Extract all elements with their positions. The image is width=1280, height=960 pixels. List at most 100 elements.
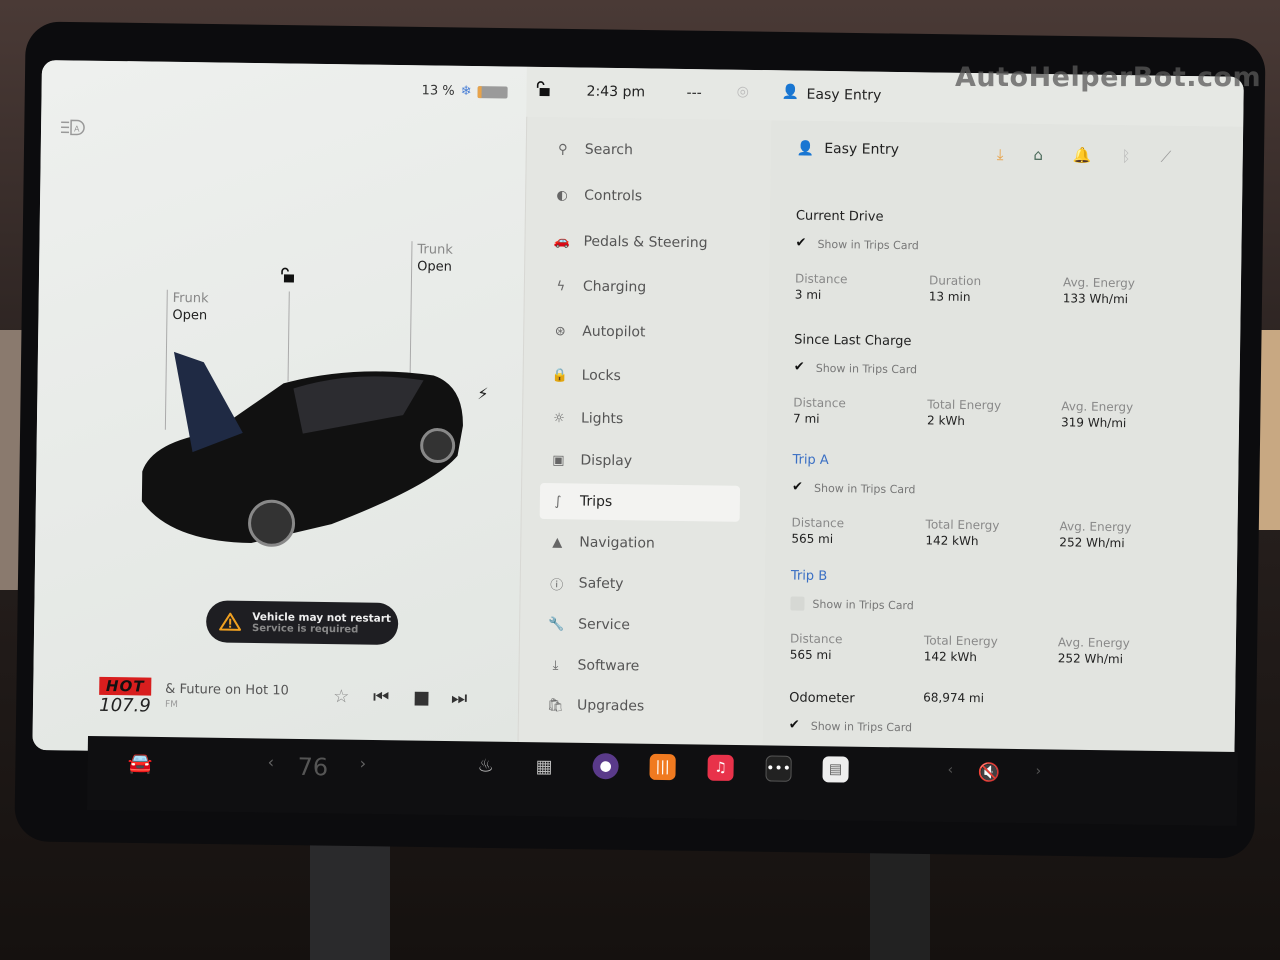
unlocked-icon[interactable] xyxy=(279,267,295,283)
download-icon[interactable]: ⤓ xyxy=(997,145,1004,163)
menu-item-locks[interactable]: 🔒 Locks xyxy=(541,357,741,396)
menu-item-display[interactable]: ▣ Display xyxy=(540,442,740,481)
alert-circle-icon: ⓘ xyxy=(550,577,564,593)
menu-item-label: Upgrades xyxy=(576,697,645,715)
odometer-show-checkbox[interactable]: ✔ Show in Trips Card xyxy=(788,717,913,734)
trip-a-title: Trip A xyxy=(792,452,829,469)
outside-temperature: --- xyxy=(686,85,702,102)
trip-b-show-checkbox[interactable]: Show in Trips Card xyxy=(790,596,914,613)
current-drive-show-checkbox[interactable]: ✔ Show in Trips Card xyxy=(795,236,919,253)
car-status-pane: A 13 % ❄ Frunk Open Trunk Open ⚡ Vehicle… xyxy=(32,60,527,757)
trip-b-title: Trip B xyxy=(790,568,828,585)
stat-total-energy: Total Energy 142 kWh xyxy=(925,516,999,549)
alert-subtitle: Service is required xyxy=(252,622,359,635)
checkbox-label: Show in Trips Card xyxy=(815,361,918,376)
since-last-charge-show-checkbox[interactable]: ✔ Show in Trips Card xyxy=(793,359,918,377)
trips-panel: 👤 Easy Entry ⤓ ⌂ 🔔 ᛒ ⟋ Current Drive ✔ Sho… xyxy=(762,120,1244,767)
menu-item-upgrades[interactable]: 🛍 Upgrades xyxy=(537,687,737,726)
alert-text: Vehicle may not restart Service is requi… xyxy=(252,610,391,635)
stat-avg-energy: Avg. Energy 252 Wh/mi xyxy=(1058,634,1130,667)
checkbox-label: Show in Trips Card xyxy=(812,597,914,612)
stat-value: 133 Wh/mi xyxy=(1062,291,1129,307)
checkmark-icon: ✔ xyxy=(793,359,805,375)
menu-item-service[interactable]: 🔧 Service xyxy=(538,606,738,645)
lock-status-icon[interactable] xyxy=(534,81,550,101)
trunk-status[interactable]: Trunk Open xyxy=(417,241,453,275)
bag-icon: 🛍 xyxy=(546,697,564,713)
wrench-icon: 🔧 xyxy=(548,616,565,632)
profile-selector[interactable]: 👤 Easy Entry xyxy=(797,141,899,158)
menu-item-safety[interactable]: ⓘ Safety xyxy=(538,565,738,604)
odometer-label: Odometer xyxy=(789,690,855,707)
frunk-status[interactable]: Frunk Open xyxy=(172,290,208,324)
menu-item-lights[interactable]: ☼ Lights xyxy=(541,400,741,439)
profile-icon: 👤 xyxy=(796,140,815,157)
menu-item-label: Lights xyxy=(580,410,624,428)
checkmark-icon: ✔ xyxy=(792,479,804,495)
menu-item-software[interactable]: ⤓ Software xyxy=(537,647,737,686)
bluetooth-icon[interactable]: ᛒ xyxy=(1121,147,1130,165)
cabin-temperature[interactable]: 76 xyxy=(297,753,328,781)
temp-increase-chevron-icon[interactable]: › xyxy=(360,754,367,773)
charge-port-bolt-icon[interactable]: ⚡ xyxy=(477,384,488,403)
menu-item-search[interactable]: ⚲ Search xyxy=(545,131,745,170)
front-defrost-icon[interactable]: ♨ xyxy=(477,755,493,776)
trip-a-show-checkbox[interactable]: ✔ Show in Trips Card xyxy=(792,479,916,497)
menu-item-pedals-steering[interactable]: 🚗 Pedals & Steering xyxy=(543,223,743,262)
previous-track-icon[interactable]: ⏮ xyxy=(373,687,389,708)
battery-status: 13 % ❄ xyxy=(422,83,508,99)
profile-name-top[interactable]: Easy Entry xyxy=(806,87,881,104)
temp-decrease-chevron-icon[interactable]: ‹ xyxy=(268,753,275,772)
car-menu-icon[interactable]: 🚘 xyxy=(127,751,152,775)
stat-total-energy: Total Energy 142 kWh xyxy=(924,632,998,665)
menu-item-label: Service xyxy=(578,616,631,634)
volume-decrease-chevron-icon[interactable]: ‹ xyxy=(947,762,953,778)
favorite-star-icon[interactable]: ☆ xyxy=(333,686,349,707)
stat-avg-energy: Avg. Energy 252 Wh/mi xyxy=(1059,518,1131,551)
media-player: HOT 107.9 & Future on Hot 10 FM ☆ ⏮ ■ ⏭ xyxy=(93,673,514,729)
audio-app-icon[interactable]: ||| xyxy=(649,753,676,781)
volume-increase-chevron-icon[interactable]: › xyxy=(1035,763,1041,779)
menu-item-charging[interactable]: ϟ Charging xyxy=(543,268,743,307)
camera-app-icon[interactable]: ● xyxy=(592,753,619,780)
stat-value: 252 Wh/mi xyxy=(1059,535,1125,551)
menu-item-controls[interactable]: ◐ Controls xyxy=(544,177,744,216)
next-track-icon[interactable]: ⏭ xyxy=(451,688,467,709)
car-model-image xyxy=(141,351,463,547)
menu-item-label: Software xyxy=(577,657,640,675)
music-app-icon[interactable]: ♫ xyxy=(707,754,734,782)
service-alert[interactable]: Vehicle may not restart Service is requi… xyxy=(205,600,399,646)
notification-bell-icon[interactable]: 🔔 xyxy=(1073,146,1092,164)
calendar-app-icon[interactable]: ▤ xyxy=(822,756,849,783)
stat-avg-energy: Avg. Energy 319 Wh/mi xyxy=(1061,398,1133,431)
menu-item-navigation[interactable]: ▲ Navigation xyxy=(539,524,739,563)
stat-value: 2 kWh xyxy=(926,413,966,428)
station-logo: HOT 107.9 xyxy=(99,676,152,722)
car-icon: 🚗 xyxy=(553,233,570,249)
rear-defrost-icon[interactable]: ▦ xyxy=(535,756,552,777)
auto-headlight-icon[interactable]: A xyxy=(59,118,89,138)
settings-menu: ⚲ Search ◐ Controls 🚗 Pedals & Steering ϟ Charg… xyxy=(517,116,772,761)
volume-muted-icon[interactable]: 🔇 xyxy=(977,762,1000,783)
trunk-label: Trunk xyxy=(417,242,453,258)
menu-item-trips[interactable]: ∫ Trips xyxy=(539,482,741,522)
warning-icon xyxy=(219,612,242,631)
screen-stand xyxy=(310,840,390,960)
checkmark-icon: ✔ xyxy=(788,717,800,733)
homelink-garage-icon[interactable]: ⌂ xyxy=(1033,146,1043,164)
frunk-state: Open xyxy=(172,307,208,324)
menu-item-autopilot[interactable]: ⊛ Autopilot xyxy=(542,313,742,352)
profile-icon[interactable]: 👤 xyxy=(782,84,800,100)
touchscreen: A 13 % ❄ Frunk Open Trunk Open ⚡ Vehicle… xyxy=(32,60,1244,767)
menu-item-label: Navigation xyxy=(579,534,655,552)
odometer-value: 68,974 mi xyxy=(923,690,985,706)
more-apps-icon[interactable]: ••• xyxy=(765,755,792,782)
stop-icon[interactable]: ■ xyxy=(413,687,430,708)
stat-distance: Distance 7 mi xyxy=(793,395,846,428)
bolt-icon: ϟ xyxy=(556,278,566,294)
trunk-state: Open xyxy=(417,259,452,275)
stat-label: Duration xyxy=(928,273,982,289)
no-signal-icon[interactable]: ⟋ xyxy=(1161,148,1172,166)
sentry-mode-icon[interactable]: ◎ xyxy=(737,84,749,100)
menu-item-label: Locks xyxy=(581,367,621,385)
